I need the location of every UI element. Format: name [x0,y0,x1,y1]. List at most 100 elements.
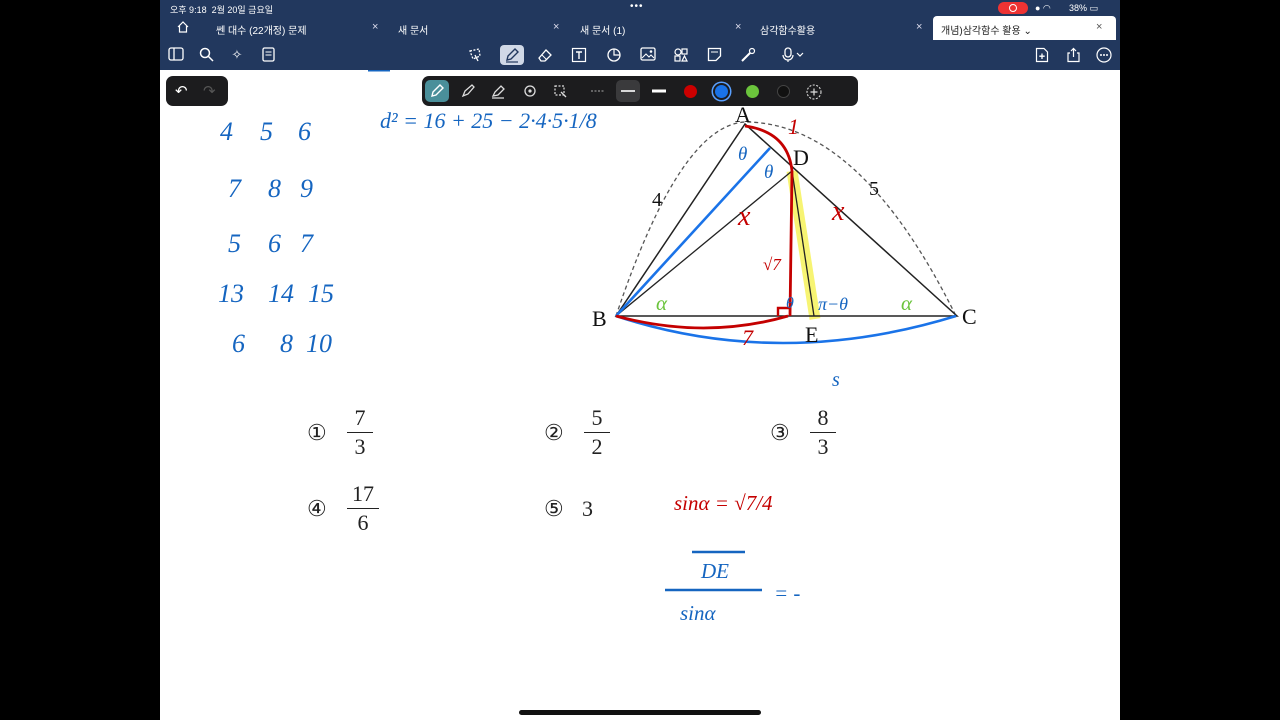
ball-pen-icon[interactable] [456,80,480,102]
laser-pointer-icon[interactable] [737,45,759,65]
tab-bar: 쎈 대수 (22개정) 문제 × 새 문서 × 새 문서 (1) × 삼각함수활… [160,16,1120,40]
close-tab-icon[interactable]: × [1096,21,1102,33]
sidebar-icon[interactable] [165,45,187,65]
lasso-icon[interactable] [464,45,486,65]
close-tab-icon[interactable]: × [916,21,922,33]
handwritten-number: 7 [300,229,314,258]
handwritten-root7: √7 [763,255,782,274]
medium-stroke-option[interactable] [616,80,640,102]
shapes-icon[interactable] [603,45,625,65]
fountain-pen-icon[interactable] [425,80,449,102]
tab-label: 삼각함수활용 [760,26,816,37]
status-bar: 오후 9:18 2월 20일 금요일 ••• ● ◠ 38% ▭ [160,0,1120,16]
redo-icon[interactable]: ↷ [203,82,216,100]
handwritten-s: s [832,369,840,391]
sparkle-icon[interactable]: ✧ [226,45,248,65]
thin-stroke-option[interactable] [586,80,610,102]
handwritten-x: x [831,196,845,227]
status-time: 오후 9:18 2월 20일 금요일 [170,5,274,15]
text-box-icon[interactable] [568,45,590,65]
multitasking-dots[interactable]: ••• [630,1,644,12]
segment-bd [615,170,793,317]
ipad-screen: 오후 9:18 2월 20일 금요일 ••• ● ◠ 38% ▭ 쎈 대수 (2… [160,0,1120,720]
handwritten-number: 9 [300,174,313,203]
tab-4[interactable]: 삼각함수활용 × [760,16,928,40]
undo-redo-bar: ↶ ↷ [166,76,228,106]
screen-recording-indicator[interactable] [998,2,1028,14]
handwritten-x: x [737,201,751,232]
handwritten-number: 5 [228,229,241,258]
close-tab-icon[interactable]: × [735,21,741,33]
search-icon[interactable] [195,45,217,65]
close-tab-icon[interactable]: × [553,21,559,33]
handwritten-number: 8 [280,329,293,358]
handwritten-number: 6 [232,329,245,358]
handwritten-sin-alpha: sinα = √7/4 [674,491,773,515]
fraction: 83 [810,406,836,459]
highlighter-icon[interactable] [486,80,510,102]
handwritten-sin-alpha-denominator: sinα [680,601,717,625]
tab-2[interactable]: 새 문서 × [398,16,562,40]
color-swatch-green[interactable] [746,85,759,98]
add-color-icon[interactable] [802,80,826,102]
tab-5-active[interactable]: 개념)삼각함수 활용 ⌄ × [933,16,1116,40]
main-toolbar: ✧ [160,40,1120,70]
choice-value: 3 [582,496,593,521]
tab-label: 새 문서 [398,26,429,37]
color-swatch-blue[interactable] [715,85,728,98]
label-side-ac: 5 [869,178,879,200]
label-e: E [805,322,818,347]
handwritten-number: 6 [298,117,311,146]
red-stroke-ade [744,124,794,317]
fraction: 17 6 [347,482,379,535]
handwritten-de: DE [700,559,729,583]
image-icon[interactable] [637,45,659,65]
color-swatch-black[interactable] [777,85,790,98]
handwritten-one: 1 [788,114,799,139]
handwritten-number: 8 [268,174,281,203]
handwritten-number: 10 [306,329,332,358]
shape-pen-icon[interactable] [518,80,542,102]
elements-icon[interactable] [670,45,692,65]
home-icon[interactable] [177,21,191,35]
sticky-note-icon[interactable] [703,45,725,65]
document-icon[interactable] [257,45,279,65]
handwritten-theta: θ [786,295,794,312]
choice-4: ④ 17 6 [307,482,407,548]
color-swatch-red[interactable] [684,85,697,98]
pen-toolbar [422,76,858,106]
add-page-icon[interactable] [1031,45,1053,65]
tab-label: 개념)삼각함수 활용 ⌄ [941,26,1032,37]
handwritten-seven: 7 [742,325,754,350]
fraction: 52 [584,406,610,459]
note-canvas[interactable]: A B C D E 4 5 d² = 16 + 25 − 2·4·5·1/8 θ… [160,65,1120,720]
share-icon[interactable] [1062,45,1084,65]
tab-3[interactable]: 새 문서 (1) × [580,16,744,40]
home-indicator[interactable] [519,710,761,715]
more-icon[interactable] [1093,45,1115,65]
tab-label: 새 문서 (1) [580,26,626,37]
tab-label: 쎈 대수 (22개정) 문제 [216,26,307,37]
label-b: B [592,306,607,331]
eraser-icon[interactable] [534,45,556,65]
microphone-icon[interactable] [777,45,811,65]
close-tab-icon[interactable]: × [372,21,378,33]
wifi-icon: ● ◠ [1035,3,1051,13]
blue-arc-bc [615,314,957,345]
thick-stroke-option[interactable] [647,80,671,102]
choice-mark: ③ [770,420,790,445]
undo-icon[interactable]: ↶ [175,82,188,100]
choice-mark: ② [544,420,564,445]
lasso-eraser-icon[interactable] [548,80,572,102]
label-c: C [962,304,977,329]
battery-indicator: 38% ▭ [1069,3,1099,13]
handwritten-equals: = - [774,581,800,605]
red-arc-be [615,314,789,330]
handwritten-number: 5 [260,117,273,146]
choice-mark: ⑤ [544,496,564,521]
handwritten-alpha: α [901,291,913,315]
pen-icon[interactable] [500,45,524,65]
tab-1[interactable]: 쎈 대수 (22개정) 문제 × [216,16,380,40]
fraction: 73 [347,406,373,459]
blue-line-bd [615,147,771,317]
